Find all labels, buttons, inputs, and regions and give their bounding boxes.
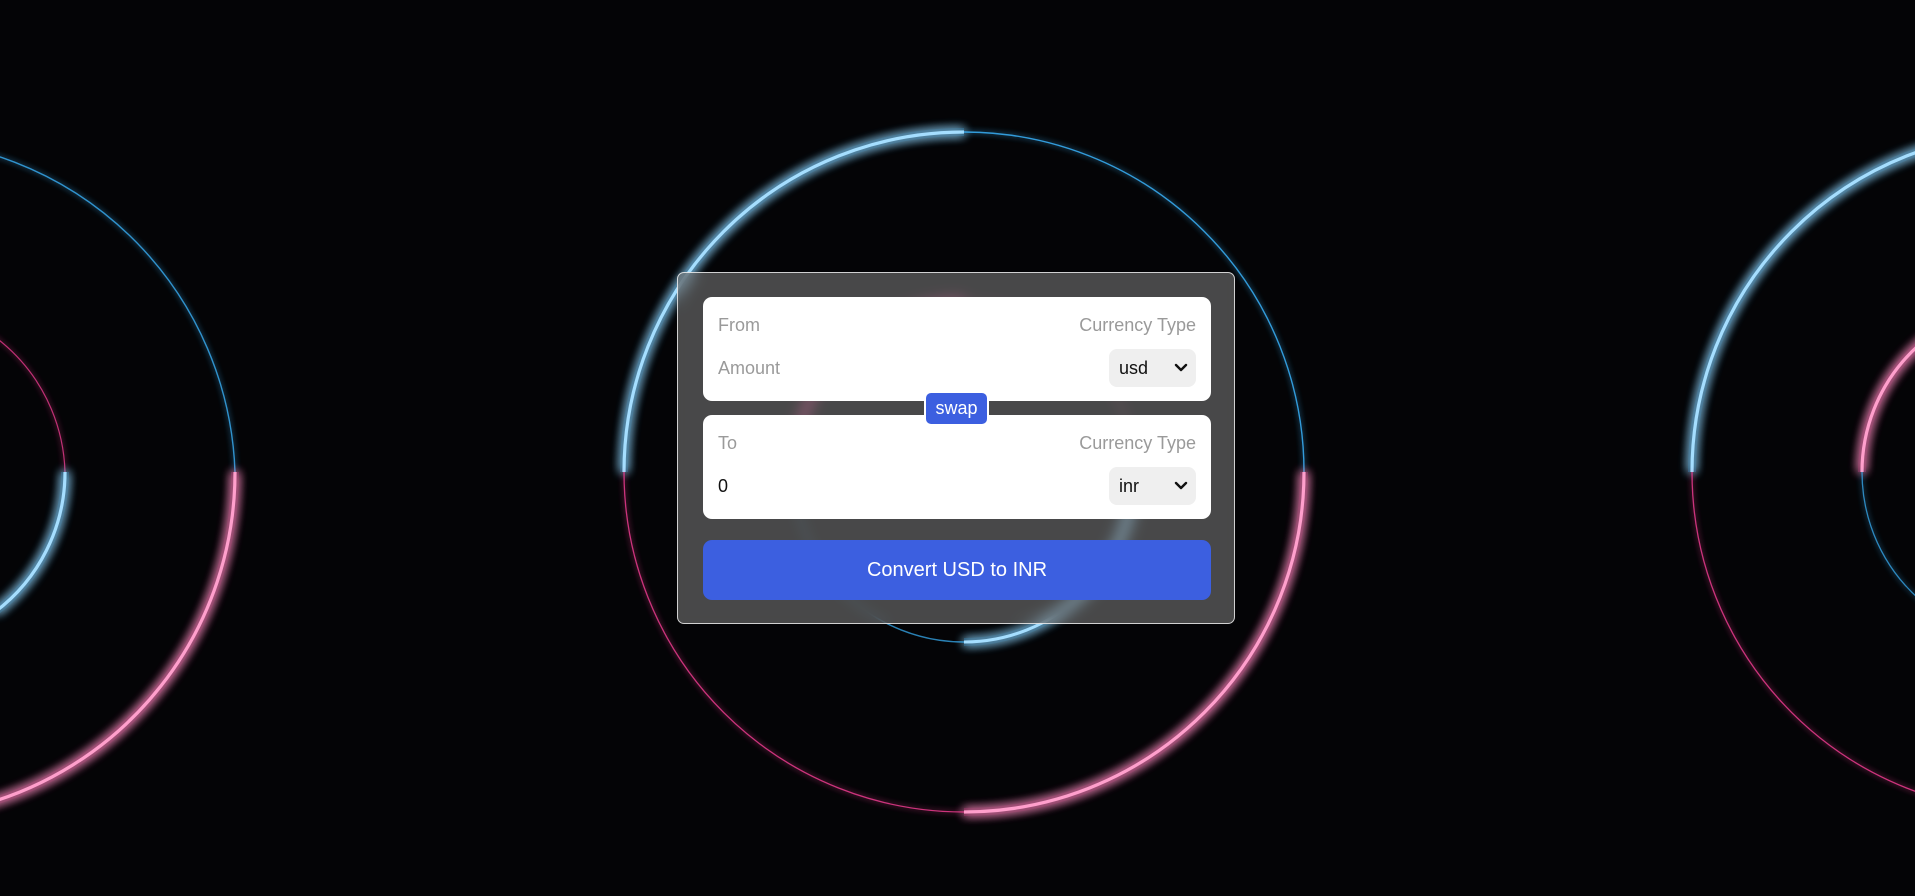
to-panel: To Currency Type inr <box>703 415 1211 519</box>
swap-button[interactable]: swap <box>924 391 989 426</box>
from-currency-select[interactable]: usd <box>1109 349 1196 387</box>
chevron-down-icon <box>1174 467 1188 505</box>
to-currency-type-label: Currency Type <box>1079 433 1196 453</box>
chevron-down-icon <box>1174 349 1188 387</box>
from-label: From <box>718 315 760 335</box>
to-currency-select[interactable]: inr <box>1109 467 1196 505</box>
convert-button[interactable]: Convert USD to INR <box>703 540 1211 600</box>
left-ring-group <box>0 156 240 804</box>
converter-card: From Currency Type usd swap To Currency … <box>677 272 1235 624</box>
to-amount-input[interactable] <box>718 471 1018 501</box>
to-currency-value: inr <box>1119 476 1140 496</box>
from-currency-type-label: Currency Type <box>1079 315 1196 335</box>
to-label: To <box>718 433 738 453</box>
right-ring-group <box>1688 148 1915 792</box>
from-amount-input[interactable] <box>718 353 1018 383</box>
from-panel: From Currency Type usd <box>703 297 1211 401</box>
from-currency-value: usd <box>1119 358 1149 378</box>
